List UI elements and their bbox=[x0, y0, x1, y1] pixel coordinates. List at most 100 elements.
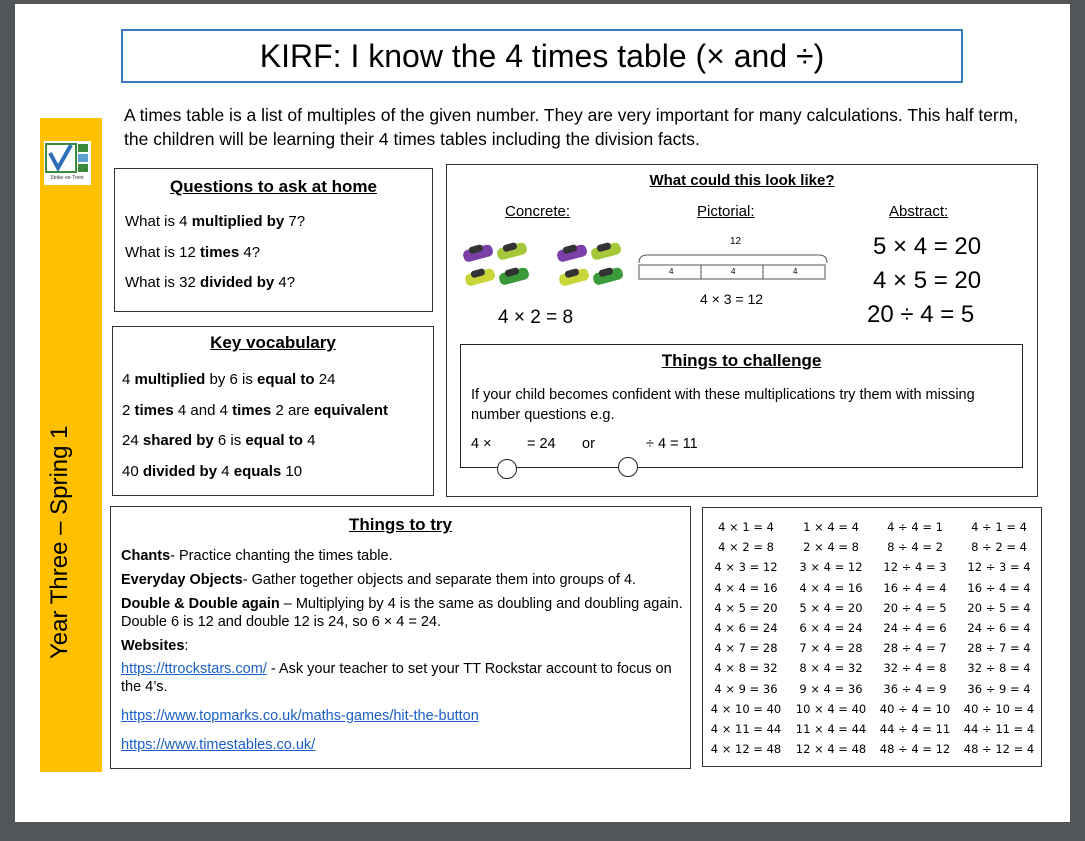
text-segment: What is 32 bbox=[125, 274, 201, 291]
sidebar-label: Year Three – Spring 1 bbox=[46, 425, 73, 660]
table-fact: 4 × 1 = 4 bbox=[718, 520, 774, 534]
challenge-q1-right: = 24 bbox=[527, 436, 556, 452]
table-fact: 5 × 4 = 20 bbox=[799, 600, 863, 615]
table-fact: 9 × 4 = 36 bbox=[799, 681, 863, 696]
text-segment: equal to bbox=[245, 432, 303, 449]
table-fact: 8 × 4 = 32 bbox=[799, 661, 863, 676]
ttrockstars-link[interactable]: https://ttrockstars.com/ bbox=[121, 661, 267, 677]
text-segment: multiplied by bbox=[191, 213, 285, 230]
table-fact: 4 ÷ 1 = 4 bbox=[971, 520, 1027, 534]
websites-label: Websites bbox=[121, 638, 185, 654]
text-segment: times bbox=[232, 402, 272, 419]
question-line: What is 4 multiplied by 7? bbox=[125, 213, 305, 230]
text-segment: by 6 is bbox=[205, 371, 258, 388]
vocab-line: 4 multiplied by 6 is equal to 24 bbox=[122, 371, 335, 388]
pictorial-equation: 4 × 3 = 12 bbox=[700, 291, 764, 307]
text-segment: 24 bbox=[314, 371, 336, 388]
table-fact: 1 × 4 = 4 bbox=[803, 520, 859, 534]
objects-text: - Gather together objects and separate t… bbox=[242, 572, 637, 588]
abstract-equation: 5 × 4 = 20 bbox=[873, 233, 982, 260]
vocabulary-box: Key vocabulary 4 multiplied by 6 is equa… bbox=[112, 326, 434, 496]
challenge-or: or bbox=[582, 436, 595, 452]
table-fact: 40 ÷ 10 = 4 bbox=[963, 701, 1035, 716]
link3-line: https://www.timestables.co.uk/ bbox=[121, 736, 686, 754]
table-fact: 32 ÷ 4 = 8 bbox=[883, 661, 947, 676]
timestables-link[interactable]: https://www.timestables.co.uk/ bbox=[121, 737, 315, 753]
table-fact: 20 ÷ 4 = 5 bbox=[883, 600, 947, 615]
table-fact: 16 ÷ 4 = 4 bbox=[883, 580, 947, 595]
table-fact: 24 ÷ 6 = 4 bbox=[967, 620, 1031, 635]
table-fact: 36 ÷ 9 = 4 bbox=[967, 681, 1031, 696]
table-fact: 8 ÷ 2 = 4 bbox=[971, 540, 1027, 555]
text-segment: 4 bbox=[302, 432, 316, 449]
text-segment: 24 bbox=[122, 432, 143, 449]
bar-part: 4 bbox=[793, 267, 798, 276]
page-title-text: KIRF: I know the 4 times table (× and ÷) bbox=[259, 37, 825, 74]
text-segment: 6 is bbox=[213, 432, 246, 449]
text-segment: times bbox=[134, 402, 174, 419]
text-segment: 4 and 4 bbox=[173, 402, 233, 419]
vocab-line: 2 times 4 and 4 times 2 are equivalent bbox=[122, 402, 388, 419]
abstract-equation: 20 ÷ 4 = 5 bbox=[867, 301, 975, 328]
table-fact: 36 ÷ 4 = 9 bbox=[883, 681, 947, 696]
text-segment: multiplied bbox=[134, 371, 206, 388]
table-fact: 12 ÷ 3 = 4 bbox=[967, 560, 1031, 575]
table-fact: 4 × 5 = 20 bbox=[714, 600, 778, 615]
table-fact: 4 × 4 = 16 bbox=[714, 580, 778, 595]
websites-line: Websites: bbox=[121, 637, 686, 655]
logo-text: Stoke-on-Trent bbox=[50, 175, 84, 181]
table-fact: 4 × 6 = 24 bbox=[714, 620, 778, 635]
text-segment: times bbox=[200, 244, 240, 261]
table-fact: 4 × 2 = 8 bbox=[718, 540, 774, 555]
table-fact: 40 ÷ 4 = 10 bbox=[879, 701, 951, 716]
table-fact: 4 × 11 = 44 bbox=[710, 721, 782, 736]
text-segment: 4? bbox=[274, 274, 296, 291]
table-fact: 4 × 9 = 36 bbox=[714, 681, 778, 696]
chants-label: Chants bbox=[121, 548, 171, 564]
text-segment: 10 bbox=[281, 463, 303, 480]
table-fact: 48 ÷ 4 = 12 bbox=[879, 742, 951, 757]
objects-line: Everyday Objects- Gather together object… bbox=[121, 571, 686, 589]
bar-part: 4 bbox=[731, 267, 736, 276]
blank-circle-1 bbox=[497, 459, 517, 479]
objects-label: Everyday Objects bbox=[121, 572, 243, 588]
things-to-try-heading: Things to try bbox=[349, 515, 452, 534]
question-line: What is 12 times 4? bbox=[125, 244, 260, 261]
challenge-q2-right: ÷ 4 = 11 bbox=[646, 436, 698, 452]
page-title: KIRF: I know the 4 times table (× and ÷) bbox=[121, 29, 963, 83]
table-fact: 44 ÷ 11 = 4 bbox=[963, 721, 1035, 736]
table-fact: 4 × 4 = 16 bbox=[799, 580, 863, 595]
table-fact: 28 ÷ 4 = 7 bbox=[883, 641, 947, 656]
bar-model-diagram bbox=[638, 254, 828, 280]
intro-paragraph: A times table is a list of multiples of … bbox=[124, 105, 1019, 149]
table-column-2: 1 × 4 = 4 2 × 4 = 8 3 × 4 = 12 4 × 4 = 16 5 … bbox=[791, 517, 871, 759]
questions-box: Questions to ask at home What is 4 multi… bbox=[114, 168, 433, 312]
document-page: KIRF: I know the 4 times table (× and ÷)… bbox=[15, 4, 1070, 822]
table-fact: 24 ÷ 4 = 6 bbox=[883, 620, 947, 635]
vocabulary-heading: Key vocabulary bbox=[210, 333, 336, 352]
topmarks-link[interactable]: https://www.topmarks.co.uk/maths-games/h… bbox=[121, 708, 479, 724]
abstract-label: Abstract: bbox=[889, 203, 949, 220]
table-fact: 16 ÷ 4 = 4 bbox=[967, 580, 1031, 595]
text-segment: 40 bbox=[122, 463, 143, 480]
table-fact: 4 × 12 = 48 bbox=[710, 742, 782, 757]
abstract-equation: 4 × 5 = 20 bbox=[873, 267, 982, 294]
text-segment: equivalent bbox=[313, 402, 388, 419]
table-fact: 4 × 3 = 12 bbox=[714, 560, 778, 575]
blank-circle-2 bbox=[618, 457, 638, 477]
websites-colon: : bbox=[184, 638, 189, 654]
table-fact: 4 ÷ 4 = 1 bbox=[887, 520, 943, 534]
text-segment: 4 bbox=[217, 463, 234, 480]
toy-cars-group-1-icon bbox=[463, 242, 529, 286]
times-table-box: 4 × 1 = 4 4 × 2 = 8 4 × 3 = 12 4 × 4 = 16 4 … bbox=[702, 507, 1042, 767]
table-fact: 20 ÷ 5 = 4 bbox=[967, 600, 1031, 615]
link1-line: https://ttrockstars.com/ - Ask your teac… bbox=[121, 660, 686, 696]
table-fact: 3 × 4 = 12 bbox=[799, 560, 863, 575]
link2-line: https://www.topmarks.co.uk/maths-games/h… bbox=[121, 707, 686, 725]
table-fact: 4 × 10 = 40 bbox=[710, 701, 782, 716]
table-fact: 7 × 4 = 28 bbox=[799, 641, 863, 656]
table-fact: 11 × 4 = 44 bbox=[795, 721, 867, 736]
text-segment: What is 4 bbox=[125, 213, 192, 230]
text-segment: shared by bbox=[142, 432, 214, 449]
questions-heading: Questions to ask at home bbox=[170, 177, 377, 196]
